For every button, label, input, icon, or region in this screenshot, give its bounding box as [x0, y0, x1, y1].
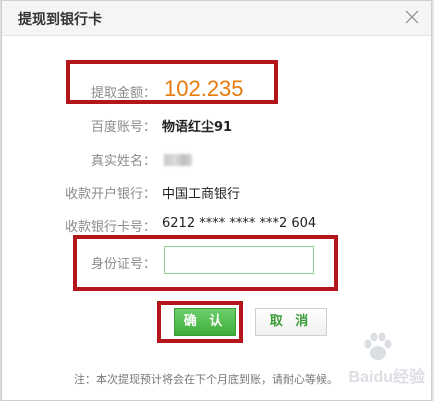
real-name-label: 真实姓名： — [90, 154, 156, 169]
account-value: 物语红尘91 — [162, 120, 233, 135]
paw-icon — [364, 332, 392, 360]
close-icon[interactable] — [403, 8, 421, 26]
account-label: 百度账号： — [90, 120, 156, 135]
id-number-highlight-box — [73, 235, 338, 291]
dialog-title: 提现到银行卡 — [18, 12, 102, 28]
amount-highlight-box — [66, 60, 278, 104]
watermark-text: Baidu经验 — [348, 369, 425, 386]
cancel-button[interactable]: 取 消 — [255, 308, 327, 336]
card-number-value: 6212 **** **** ***2 604 — [162, 216, 317, 231]
dialog-header: 提现到银行卡 — [2, 1, 431, 36]
account-row: 百度账号： 物语红尘91 — [2, 114, 431, 138]
withdraw-note: 注：本次提现预计将会在下个月底到账，请耐心等候。 — [74, 373, 338, 386]
baidu-watermark: Baidu经验 — [329, 331, 425, 401]
bank-row: 收款开户银行： 中国工商银行 — [2, 181, 431, 205]
real-name-row: 真实姓名： — [2, 148, 431, 172]
card-number-label: 收款银行卡号： — [64, 220, 156, 235]
real-name-blurred — [164, 154, 192, 166]
bank-label: 收款开户银行： — [64, 187, 156, 202]
confirm-highlight-box — [157, 301, 243, 343]
bank-value: 中国工商银行 — [162, 187, 241, 202]
